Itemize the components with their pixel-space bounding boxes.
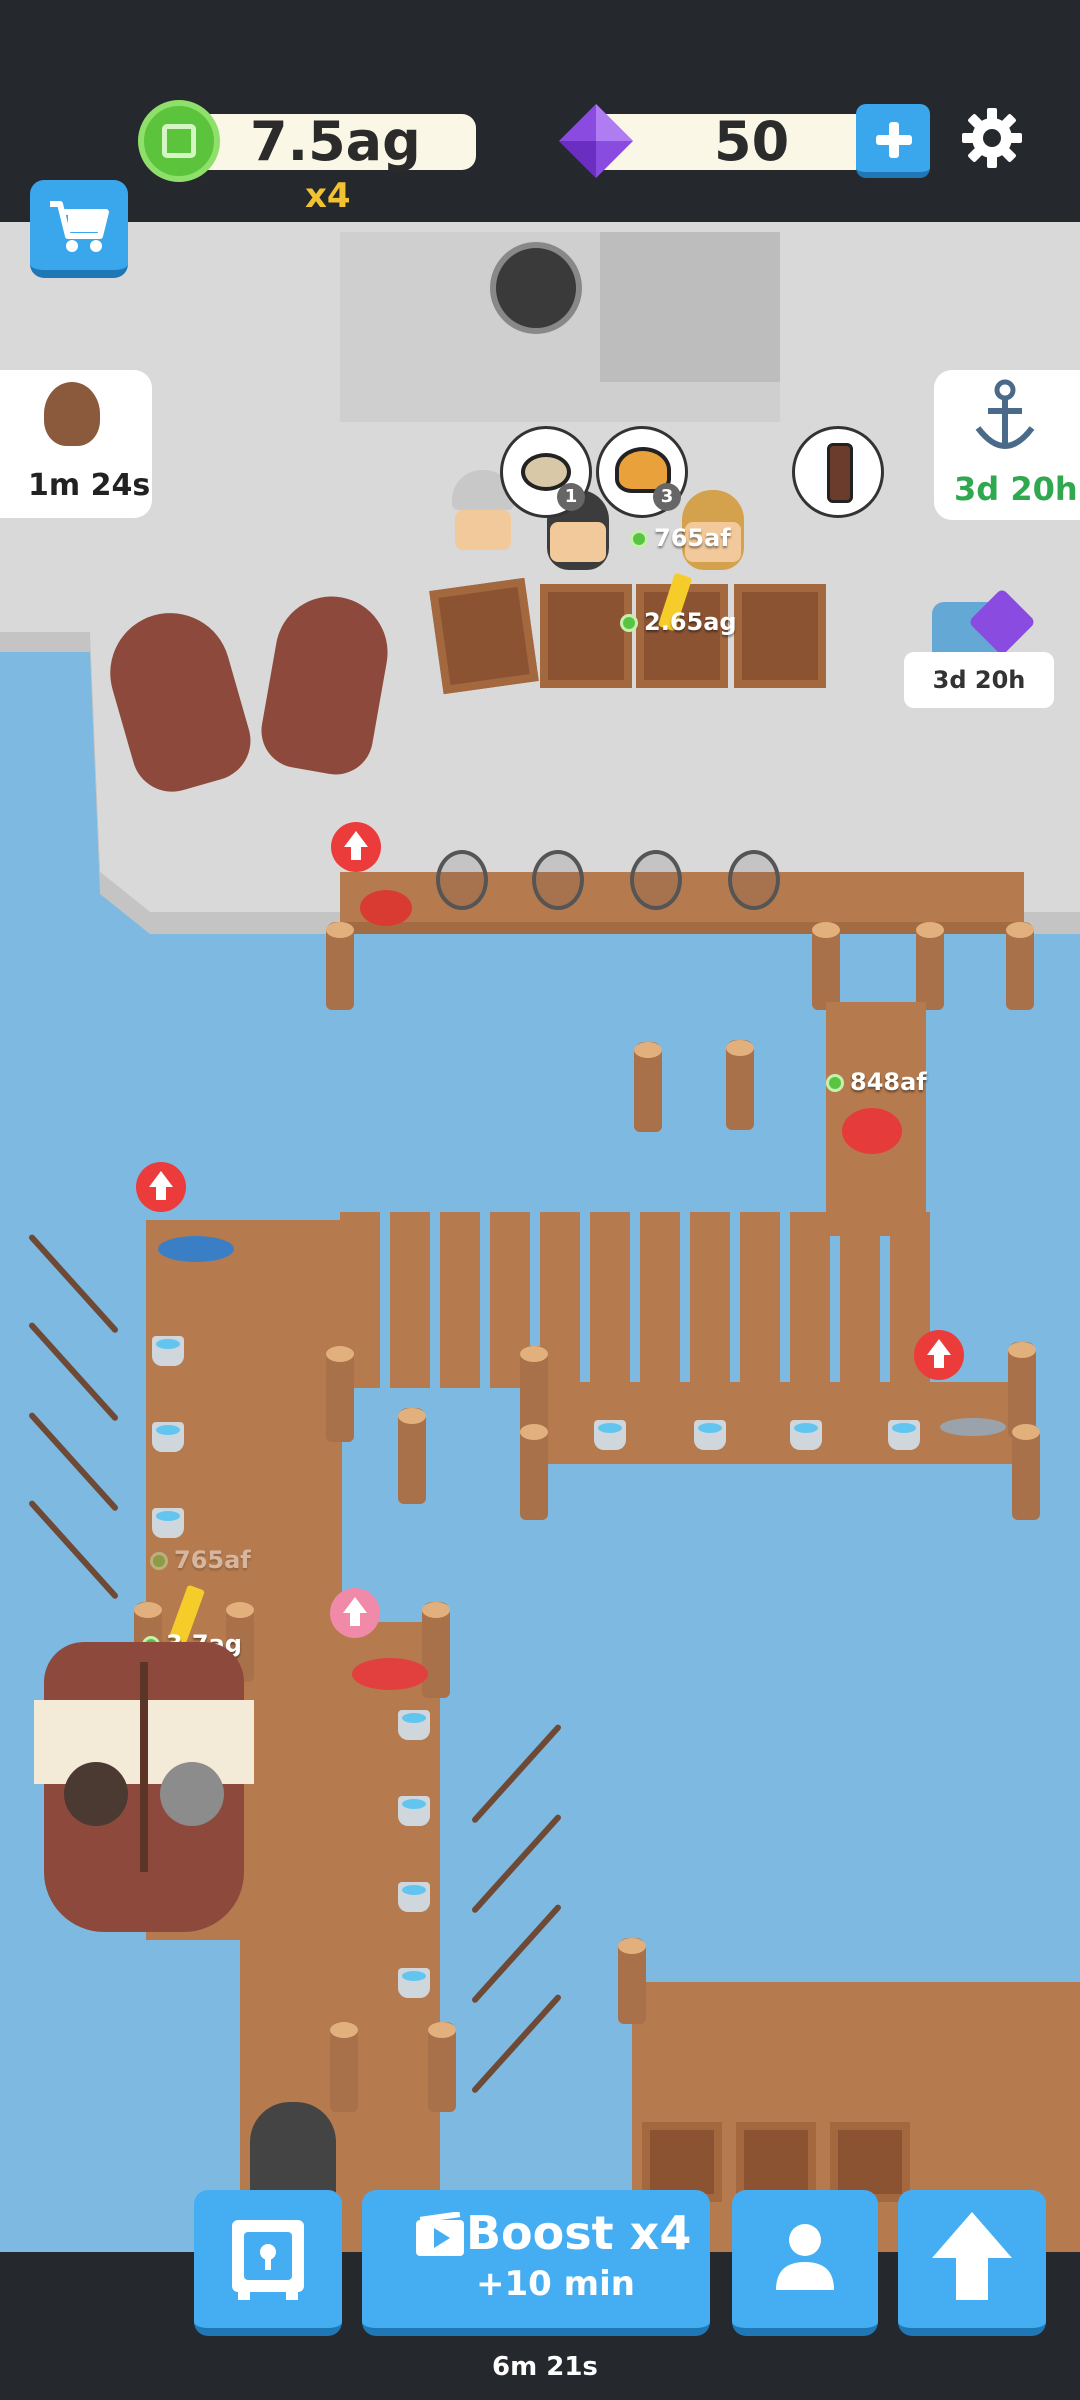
crab-icon — [360, 890, 412, 926]
upgrade-arrow-icon[interactable] — [136, 1162, 186, 1212]
sailor — [64, 1762, 128, 1826]
fishing-rod — [470, 1903, 563, 2005]
event-card-left[interactable]: 1m 24s — [0, 370, 152, 518]
order-count: 1 — [557, 483, 585, 511]
dock-post — [812, 922, 840, 1010]
order-bubble-bottle[interactable] — [792, 426, 884, 518]
bucket-icon — [790, 1420, 822, 1450]
tuna-icon — [158, 1236, 234, 1262]
counter-earnings-label: 765af — [630, 524, 731, 552]
bucket-icon — [152, 1336, 184, 1366]
dock-post — [330, 2022, 358, 2112]
dock-post — [1006, 922, 1034, 1010]
dock-earnings: 848af — [850, 1068, 927, 1096]
top-hud: 7.5ag x4 50 — [0, 0, 1080, 222]
coin-amount: 7.5ag — [250, 110, 421, 173]
bucket-icon — [694, 1420, 726, 1450]
cart-icon — [48, 198, 110, 254]
bucket-icon — [398, 1968, 430, 1998]
bucket-icon — [152, 1422, 184, 1452]
net-icon — [436, 850, 488, 910]
video-ad-icon — [414, 2211, 466, 2258]
game-world[interactable]: 1 3 765af 2.65ag 848af 765af 1m 24s 3d 2… — [0, 222, 1080, 2252]
upgrade-arrow-icon[interactable] — [331, 822, 381, 872]
counter-earnings: 765af — [654, 524, 731, 552]
order-bubble-octopus[interactable]: 3 — [596, 426, 688, 518]
safe-icon — [228, 2216, 308, 2302]
boost-title: Boost x4 — [466, 2206, 692, 2260]
dock-post — [326, 922, 354, 1010]
sailor — [160, 1762, 224, 1826]
shop-button[interactable] — [30, 180, 128, 278]
bucket-icon — [398, 1796, 430, 1826]
left-event-timer: 1m 24s — [28, 468, 151, 503]
anchor-timer: 3d 20h — [954, 470, 1078, 508]
bucket-icon — [152, 1508, 184, 1538]
gem-amount: 50 — [714, 110, 790, 173]
net-icon — [728, 850, 780, 910]
boat-mast — [140, 1662, 148, 1872]
dock-post — [422, 1602, 450, 1698]
dock-earnings-label: 848af — [826, 1068, 927, 1096]
fishing-rod — [27, 1321, 120, 1423]
dock-post — [428, 2022, 456, 2112]
net-icon — [532, 850, 584, 910]
order-count: 3 — [653, 483, 681, 511]
vault-hatch — [490, 242, 582, 334]
red-fish-icon — [352, 1658, 428, 1690]
green-coin-icon — [138, 100, 220, 182]
crate[interactable] — [734, 584, 826, 688]
bucket-icon — [594, 1420, 626, 1450]
fishing-rod — [470, 1813, 563, 1915]
fishing-rod — [27, 1233, 120, 1335]
pier-earnings-faded-label: 765af — [150, 1546, 251, 1574]
chest-timer: 3d 20h — [904, 652, 1054, 708]
anchor-card[interactable]: 3d 20h — [934, 370, 1080, 520]
anchor-icon — [970, 378, 1040, 458]
coin-multiplier: x4 — [305, 176, 351, 216]
dock-post — [398, 1408, 426, 1504]
boost-subtitle: +10 min — [476, 2264, 635, 2304]
dock-post — [634, 1042, 662, 1132]
crate-earnings-label: 2.65ag — [620, 608, 737, 636]
cat-fisher-icon — [44, 382, 100, 446]
upgrade-arrow-icon[interactable] — [330, 1588, 380, 1638]
gear-icon[interactable] — [960, 106, 1024, 170]
pier-earnings-faded: 765af — [174, 1546, 251, 1574]
stairs — [600, 232, 780, 382]
bucket-icon — [888, 1420, 920, 1450]
person-icon — [772, 2220, 838, 2292]
purple-gem-icon — [555, 100, 637, 182]
dock-post — [916, 922, 944, 1010]
order-bubble-oyster[interactable]: 1 — [500, 426, 592, 518]
up-arrow-icon — [928, 2208, 1016, 2304]
bucket-icon — [398, 1710, 430, 1740]
crate-earnings: 2.65ag — [644, 608, 737, 636]
bottle-icon — [827, 443, 853, 503]
fishing-dock-slats[interactable] — [340, 1212, 930, 1388]
vault-button[interactable] — [194, 2190, 342, 2336]
fish-icon — [940, 1418, 1006, 1436]
fishing-rod — [27, 1499, 120, 1601]
crate[interactable] — [429, 577, 539, 695]
dock-post — [520, 1424, 548, 1520]
upgrade-button[interactable] — [898, 2190, 1046, 2336]
staff-button[interactable] — [732, 2190, 878, 2336]
bucket-icon — [398, 1882, 430, 1912]
net-icon — [630, 850, 682, 910]
lobster-icon — [842, 1108, 902, 1154]
dock-post — [726, 1040, 754, 1130]
buy-gems-button[interactable] — [856, 104, 930, 178]
fishing-rod — [27, 1411, 120, 1513]
boost-button[interactable]: Boost x4 +10 min — [362, 2190, 710, 2336]
crate[interactable] — [540, 584, 632, 688]
dock-post — [618, 1938, 646, 2024]
fishing-rod — [470, 1993, 563, 2095]
boost-timer: 6m 21s — [492, 2352, 598, 2382]
dock-post — [1012, 1424, 1040, 1520]
fishing-rod — [470, 1723, 563, 1825]
upgrade-arrow-icon[interactable] — [914, 1330, 964, 1380]
dock-post — [326, 1346, 354, 1442]
